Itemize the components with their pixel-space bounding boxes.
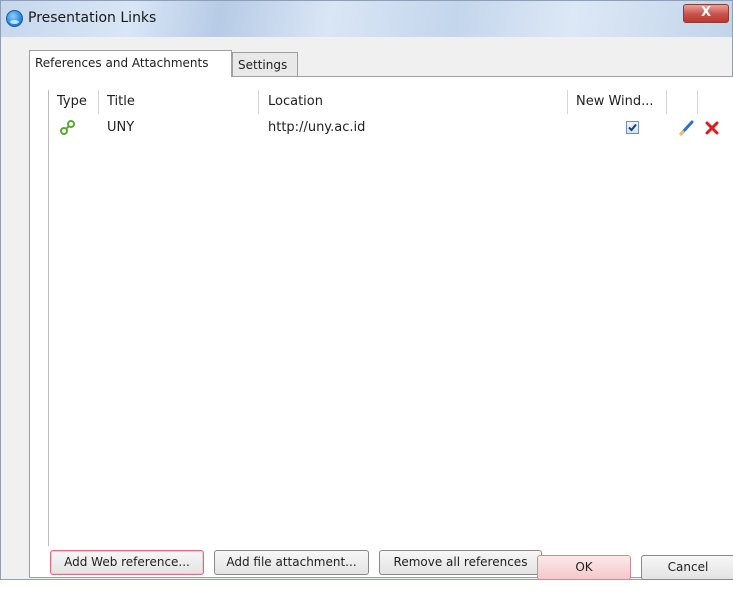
ok-button[interactable]: OK [537, 555, 631, 580]
column-header-new-window[interactable]: New Wind... [576, 90, 654, 114]
add-web-reference-button[interactable]: Add Web reference... [50, 550, 204, 575]
column-separator[interactable] [666, 90, 667, 114]
column-separator[interactable] [567, 90, 568, 114]
link-icon [59, 118, 77, 136]
presentation-links-dialog: Presentation Links X References and Atta… [0, 0, 733, 580]
window-title: Presentation Links [28, 10, 157, 26]
column-header-title[interactable]: Title [107, 90, 135, 114]
column-header-type[interactable]: Type [57, 90, 87, 114]
new-window-checkbox[interactable] [626, 121, 639, 134]
dialog-body: References and Attachments Settings Type… [11, 37, 733, 580]
column-separator[interactable] [697, 90, 698, 114]
column-header-location[interactable]: Location [268, 90, 323, 114]
column-separator[interactable] [98, 90, 99, 114]
tab-panel: Type Title Location New Wind... UNY http… [29, 76, 733, 578]
app-icon [6, 10, 23, 27]
title-bar[interactable]: Presentation Links X [1, 1, 732, 37]
close-button[interactable]: X [683, 4, 729, 23]
tab-settings[interactable]: Settings [232, 52, 298, 77]
tab-references-and-attachments[interactable]: References and Attachments [29, 50, 232, 77]
references-list[interactable]: Type Title Location New Wind... UNY http… [48, 90, 721, 546]
pencil-icon[interactable] [678, 119, 696, 137]
row-location: http://uny.ac.id [268, 120, 366, 135]
row-title: UNY [107, 120, 135, 135]
add-file-attachment-button[interactable]: Add file attachment... [214, 550, 369, 575]
column-separator[interactable] [258, 90, 259, 114]
cancel-button[interactable]: Cancel [641, 555, 733, 580]
remove-all-references-button[interactable]: Remove all references [379, 550, 542, 575]
delete-x-icon[interactable] [703, 119, 721, 137]
